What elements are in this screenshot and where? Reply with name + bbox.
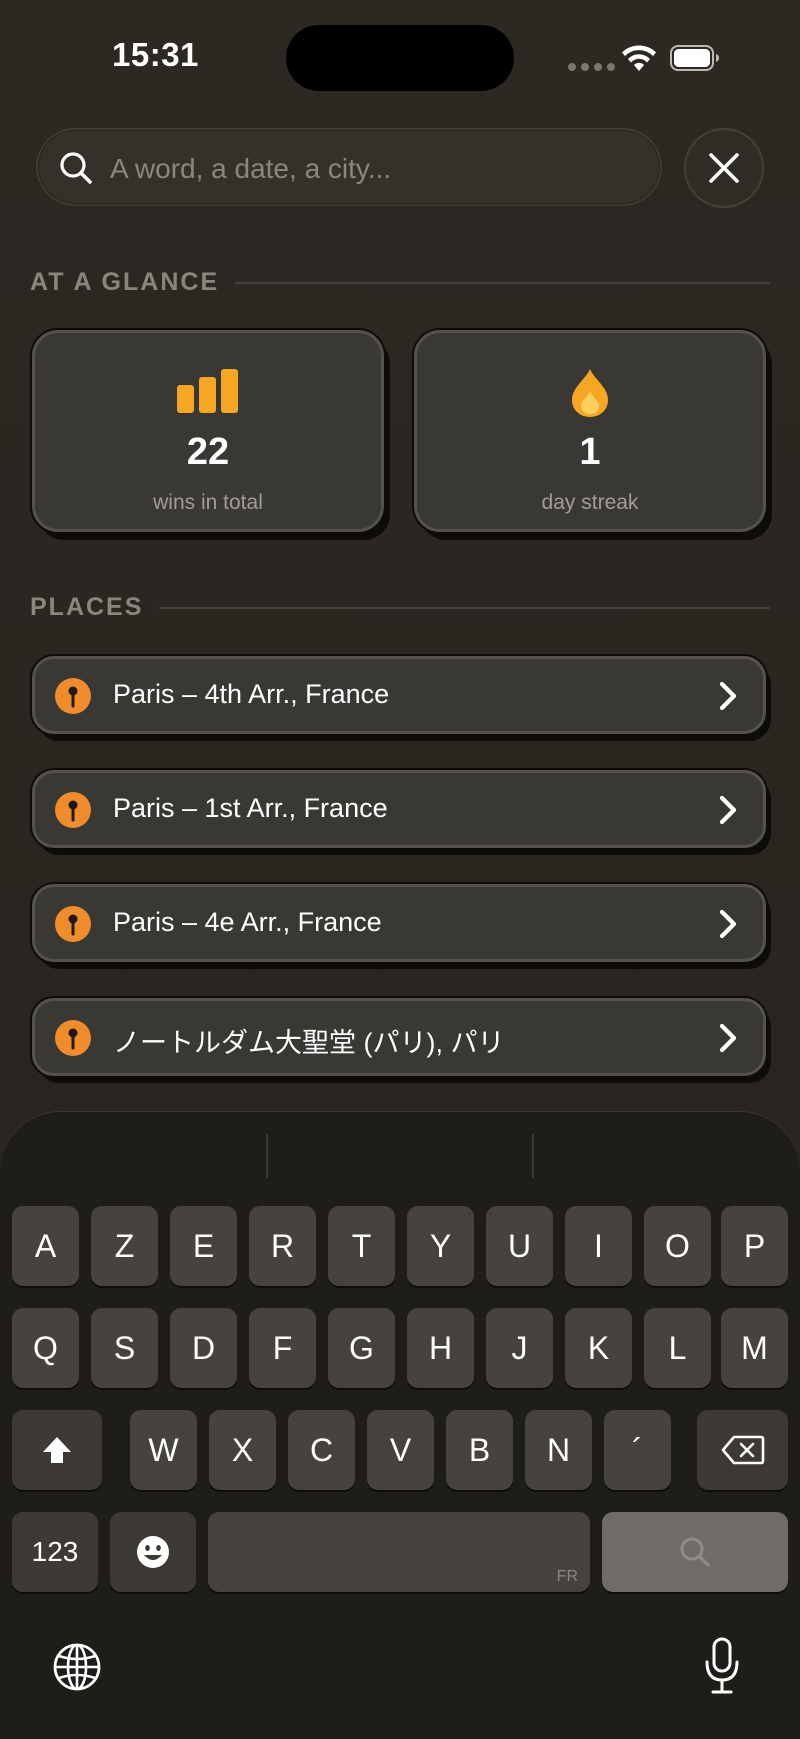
place-name: Paris – 1st Arr., France bbox=[113, 793, 388, 823]
key[interactable]: N bbox=[525, 1410, 592, 1490]
search-input[interactable] bbox=[108, 140, 652, 198]
place-row[interactable]: Paris – 1st Arr., France bbox=[32, 770, 766, 848]
section-header-places: PLACES bbox=[30, 593, 770, 622]
place-row[interactable]: ノートルダム大聖堂 (パリ), パリ bbox=[32, 998, 766, 1076]
key[interactable]: R bbox=[249, 1206, 316, 1286]
close-button[interactable] bbox=[684, 128, 764, 208]
key[interactable]: M bbox=[721, 1308, 788, 1388]
backspace-icon bbox=[721, 1435, 764, 1465]
section-header-at-a-glance: AT A GLANCE bbox=[30, 268, 770, 297]
map-pin-icon bbox=[55, 792, 91, 828]
key[interactable]: Y bbox=[407, 1206, 474, 1286]
key[interactable]: H bbox=[407, 1308, 474, 1388]
key[interactable]: A bbox=[12, 1206, 79, 1286]
chevron-right-icon bbox=[719, 909, 737, 939]
suggestion-divider bbox=[532, 1134, 534, 1178]
shift-icon bbox=[43, 1437, 71, 1463]
key[interactable]: Q bbox=[12, 1308, 79, 1388]
chevron-right-icon bbox=[719, 795, 737, 825]
key[interactable]: P bbox=[721, 1206, 788, 1286]
wins-caption: wins in total bbox=[153, 491, 263, 514]
dynamic-island bbox=[286, 25, 514, 91]
search-icon bbox=[680, 1537, 710, 1567]
chevron-right-icon bbox=[719, 681, 737, 711]
divider bbox=[159, 606, 770, 609]
close-icon bbox=[709, 153, 739, 183]
key[interactable]: D bbox=[170, 1308, 237, 1388]
keyboard-language: FR bbox=[556, 1568, 578, 1585]
key[interactable]: E bbox=[170, 1206, 237, 1286]
place-name: Paris – 4e Arr., France bbox=[113, 907, 382, 937]
key[interactable]: L bbox=[644, 1308, 711, 1388]
stat-card-streak: 1 day streak bbox=[414, 330, 766, 532]
place-name: Paris – 4th Arr., France bbox=[113, 679, 390, 709]
backspace-key[interactable] bbox=[697, 1410, 788, 1490]
place-row[interactable]: Paris – 4th Arr., France bbox=[32, 656, 766, 734]
key[interactable]: X bbox=[209, 1410, 276, 1490]
key[interactable]: I bbox=[565, 1206, 632, 1286]
map-pin-icon bbox=[55, 906, 91, 942]
streak-caption: day streak bbox=[541, 491, 639, 514]
status-time: 15:31 bbox=[112, 36, 199, 73]
key[interactable]: S bbox=[91, 1308, 158, 1388]
screen: 15:31 AT A GLANCE 22 wins in total bbox=[0, 0, 800, 1739]
bar-chart-icon bbox=[177, 369, 238, 413]
key[interactable]: V bbox=[367, 1410, 434, 1490]
microphone-icon[interactable] bbox=[702, 1636, 742, 1696]
key[interactable]: Z bbox=[91, 1206, 158, 1286]
key[interactable]: C bbox=[288, 1410, 355, 1490]
key[interactable]: B bbox=[446, 1410, 513, 1490]
chevron-right-icon bbox=[719, 1023, 737, 1053]
numbers-key[interactable]: 123 bbox=[12, 1512, 98, 1592]
emoji-key[interactable] bbox=[110, 1512, 196, 1592]
search-icon bbox=[60, 152, 92, 184]
map-pin-icon bbox=[55, 678, 91, 714]
divider bbox=[235, 281, 770, 284]
wifi-icon bbox=[622, 45, 656, 71]
key[interactable]: K bbox=[565, 1308, 632, 1388]
key[interactable]: F bbox=[249, 1308, 316, 1388]
key[interactable]: W bbox=[130, 1410, 197, 1490]
suggestion-divider bbox=[266, 1134, 268, 1178]
stat-card-wins: 22 wins in total bbox=[32, 330, 384, 532]
space-bar[interactable]: FR bbox=[208, 1512, 590, 1592]
emoji-icon bbox=[137, 1536, 169, 1568]
cellular-signal-icon bbox=[568, 63, 615, 71]
key[interactable]: T bbox=[328, 1206, 395, 1286]
key[interactable]: G bbox=[328, 1308, 395, 1388]
key[interactable]: O bbox=[644, 1206, 711, 1286]
map-pin-icon bbox=[55, 1020, 91, 1056]
key[interactable]: U bbox=[486, 1206, 553, 1286]
battery-icon bbox=[670, 45, 719, 71]
globe-icon[interactable] bbox=[52, 1642, 102, 1692]
flame-icon bbox=[572, 369, 608, 417]
wins-value: 22 bbox=[186, 431, 230, 473]
place-name: ノートルダム大聖堂 (パリ), パリ bbox=[113, 1028, 505, 1058]
section-title: AT A GLANCE bbox=[30, 268, 220, 296]
section-title: PLACES bbox=[30, 593, 144, 621]
key[interactable]: ´ bbox=[604, 1410, 671, 1490]
key[interactable]: J bbox=[486, 1308, 553, 1388]
search-key[interactable] bbox=[602, 1512, 788, 1592]
place-row[interactable]: Paris – 4e Arr., France bbox=[32, 884, 766, 962]
shift-key[interactable] bbox=[12, 1410, 102, 1490]
streak-value: 1 bbox=[579, 431, 601, 473]
